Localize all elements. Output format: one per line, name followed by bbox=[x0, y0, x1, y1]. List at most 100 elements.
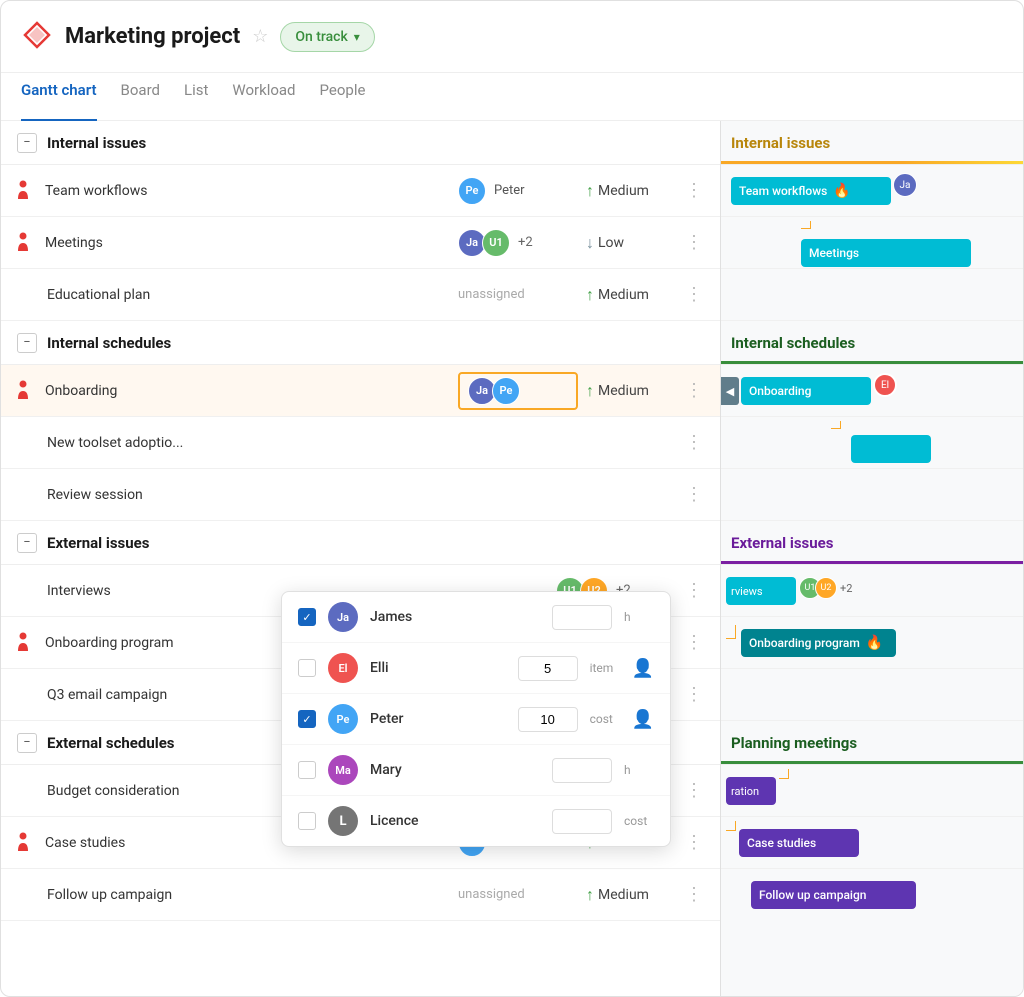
gantt-bar-teamworkflows: Team workflows 🔥 bbox=[731, 177, 891, 205]
priority-up-icon: ↑ bbox=[586, 381, 594, 401]
task-name: Team workflows bbox=[37, 183, 450, 199]
value-input-peter[interactable] bbox=[518, 707, 578, 732]
more-options-button[interactable]: ⋮ bbox=[684, 684, 704, 705]
dropdown-item-james: ✓ Ja James h bbox=[282, 592, 670, 643]
unit-licence: cost bbox=[624, 814, 654, 828]
person-icon bbox=[17, 831, 29, 855]
task-name: Review session bbox=[39, 487, 548, 503]
hours-input-mary[interactable] bbox=[552, 758, 612, 783]
gantt-row-toolset bbox=[721, 417, 1023, 469]
gantt-panel: Internal issues Team workflows 🔥 Ja bbox=[721, 121, 1023, 997]
task-name: New toolset adoptio... bbox=[39, 435, 548, 451]
gantt-row-onboarding: ◀ Onboarding El bbox=[721, 365, 1023, 417]
assignee-group: Ja U1 +2 bbox=[458, 229, 578, 257]
avatar: U1 bbox=[482, 229, 510, 257]
tab-people[interactable]: People bbox=[320, 73, 366, 121]
purple-stripe bbox=[721, 561, 1023, 564]
section-external-issues: − External issues bbox=[1, 521, 720, 565]
unit-james: h bbox=[624, 610, 654, 624]
person-name-peter: Peter bbox=[370, 711, 506, 727]
main-content: − Internal issues Team workflows Pe Pete… bbox=[1, 121, 1023, 997]
gantt-bar-meetings: Meetings bbox=[801, 239, 971, 267]
connector3 bbox=[726, 625, 736, 639]
person-icon bbox=[17, 379, 29, 403]
table-row: Team workflows Pe Peter ↑ Medium ⋮ bbox=[1, 165, 720, 217]
tab-list[interactable]: List bbox=[184, 73, 208, 121]
checkbox-elli[interactable] bbox=[298, 659, 316, 677]
gantt-section-label-plan: Planning meetings bbox=[731, 734, 857, 752]
gantt-section-external: External issues bbox=[721, 521, 1023, 565]
gantt-bar-toolset bbox=[851, 435, 931, 463]
gantt-bar-onboarding: Onboarding bbox=[741, 377, 871, 405]
more-options-button[interactable]: ⋮ bbox=[684, 884, 704, 905]
more-options-button[interactable]: ⋮ bbox=[684, 180, 704, 201]
gantt-bar-followup: Follow up campaign bbox=[751, 881, 916, 909]
avatar: El bbox=[873, 373, 897, 397]
more-options-button[interactable]: ⋮ bbox=[684, 484, 704, 505]
gantt-section-label-sched: Internal schedules bbox=[731, 334, 855, 352]
connector bbox=[801, 221, 811, 229]
tab-board[interactable]: Board bbox=[121, 73, 160, 121]
checkbox-mary[interactable] bbox=[298, 761, 316, 779]
priority-up-icon: ↑ bbox=[586, 285, 594, 305]
collapse-internal-issues[interactable]: − bbox=[17, 133, 37, 153]
gantt-avatars-interviews: U1 U2 +2 bbox=[799, 577, 852, 599]
gantt-section-internal: Internal issues bbox=[721, 121, 1023, 165]
checkbox-peter[interactable]: ✓ bbox=[298, 710, 316, 728]
collapse-internal-schedules[interactable]: − bbox=[17, 333, 37, 353]
table-row: New toolset adoptio... ⋮ bbox=[1, 417, 720, 469]
task-name: Onboarding bbox=[37, 383, 450, 399]
gold-stripe bbox=[721, 161, 1023, 164]
unit-peter: cost bbox=[590, 712, 620, 726]
chevron-down-icon: ▾ bbox=[354, 30, 360, 44]
avatar-james: Ja bbox=[328, 602, 358, 632]
assignee-group: unassigned bbox=[458, 287, 578, 302]
dropdown-item-elli: El Elli item 👤 bbox=[282, 643, 670, 694]
gantt-bar-interviews: rviews bbox=[726, 577, 796, 605]
more-options-button[interactable]: ⋮ bbox=[684, 780, 704, 801]
project-title: Marketing project bbox=[65, 24, 240, 49]
priority-badge: ↑ Medium bbox=[586, 181, 676, 201]
avatar-mary: Ma bbox=[328, 755, 358, 785]
hours-input-james[interactable] bbox=[552, 605, 612, 630]
more-options-button[interactable]: ⋮ bbox=[684, 832, 704, 853]
checkbox-james[interactable]: ✓ bbox=[298, 608, 316, 626]
avatar-peter: Pe bbox=[328, 704, 358, 734]
collapse-external-issues[interactable]: − bbox=[17, 533, 37, 553]
tab-workload[interactable]: Workload bbox=[232, 73, 295, 121]
unit-mary: h bbox=[624, 763, 654, 777]
favorite-icon[interactable]: ☆ bbox=[252, 26, 268, 47]
scroll-back-button[interactable]: ◀ bbox=[721, 377, 739, 405]
avatar: Pe bbox=[492, 377, 520, 405]
more-options-button[interactable]: ⋮ bbox=[684, 632, 704, 653]
status-badge[interactable]: On track ▾ bbox=[280, 22, 374, 52]
flame-icon: 🔥 bbox=[833, 183, 850, 199]
assignee-selected-group[interactable]: Ja Pe bbox=[458, 372, 578, 410]
green-stripe bbox=[721, 361, 1023, 364]
task-name: Meetings bbox=[37, 235, 450, 251]
tab-gantt[interactable]: Gantt chart bbox=[21, 73, 97, 121]
connector4 bbox=[779, 769, 789, 779]
more-options-button[interactable]: ⋮ bbox=[684, 432, 704, 453]
priority-badge: ↑ Medium bbox=[586, 885, 676, 905]
person-name-mary: Mary bbox=[370, 762, 540, 778]
checkbox-licence[interactable] bbox=[298, 812, 316, 830]
dropdown-item-licence: L Licence cost bbox=[282, 796, 670, 846]
person-icon-peter: 👤 bbox=[632, 709, 654, 730]
gantt-section-internal-sched: Internal schedules bbox=[721, 321, 1023, 365]
gantt-section-planning: Planning meetings bbox=[721, 721, 1023, 765]
more-options-button[interactable]: ⋮ bbox=[684, 380, 704, 401]
collapse-external-schedules[interactable]: − bbox=[17, 733, 37, 753]
green-stripe-2 bbox=[721, 761, 1023, 764]
task-name: Follow up campaign bbox=[39, 887, 450, 903]
table-row: Educational plan unassigned ↑ Medium ⋮ bbox=[1, 269, 720, 321]
more-options-button[interactable]: ⋮ bbox=[684, 284, 704, 305]
cost-input-licence[interactable] bbox=[552, 809, 612, 834]
table-row: Review session ⋮ bbox=[1, 469, 720, 521]
flame-icon-2: 🔥 bbox=[866, 635, 883, 651]
value-input-elli[interactable] bbox=[518, 656, 578, 681]
more-options-button[interactable]: ⋮ bbox=[684, 580, 704, 601]
more-options-button[interactable]: ⋮ bbox=[684, 232, 704, 253]
gantt-row-casestudies: Case studies bbox=[721, 817, 1023, 869]
gantt-avatar-onboarding: El bbox=[873, 373, 897, 397]
